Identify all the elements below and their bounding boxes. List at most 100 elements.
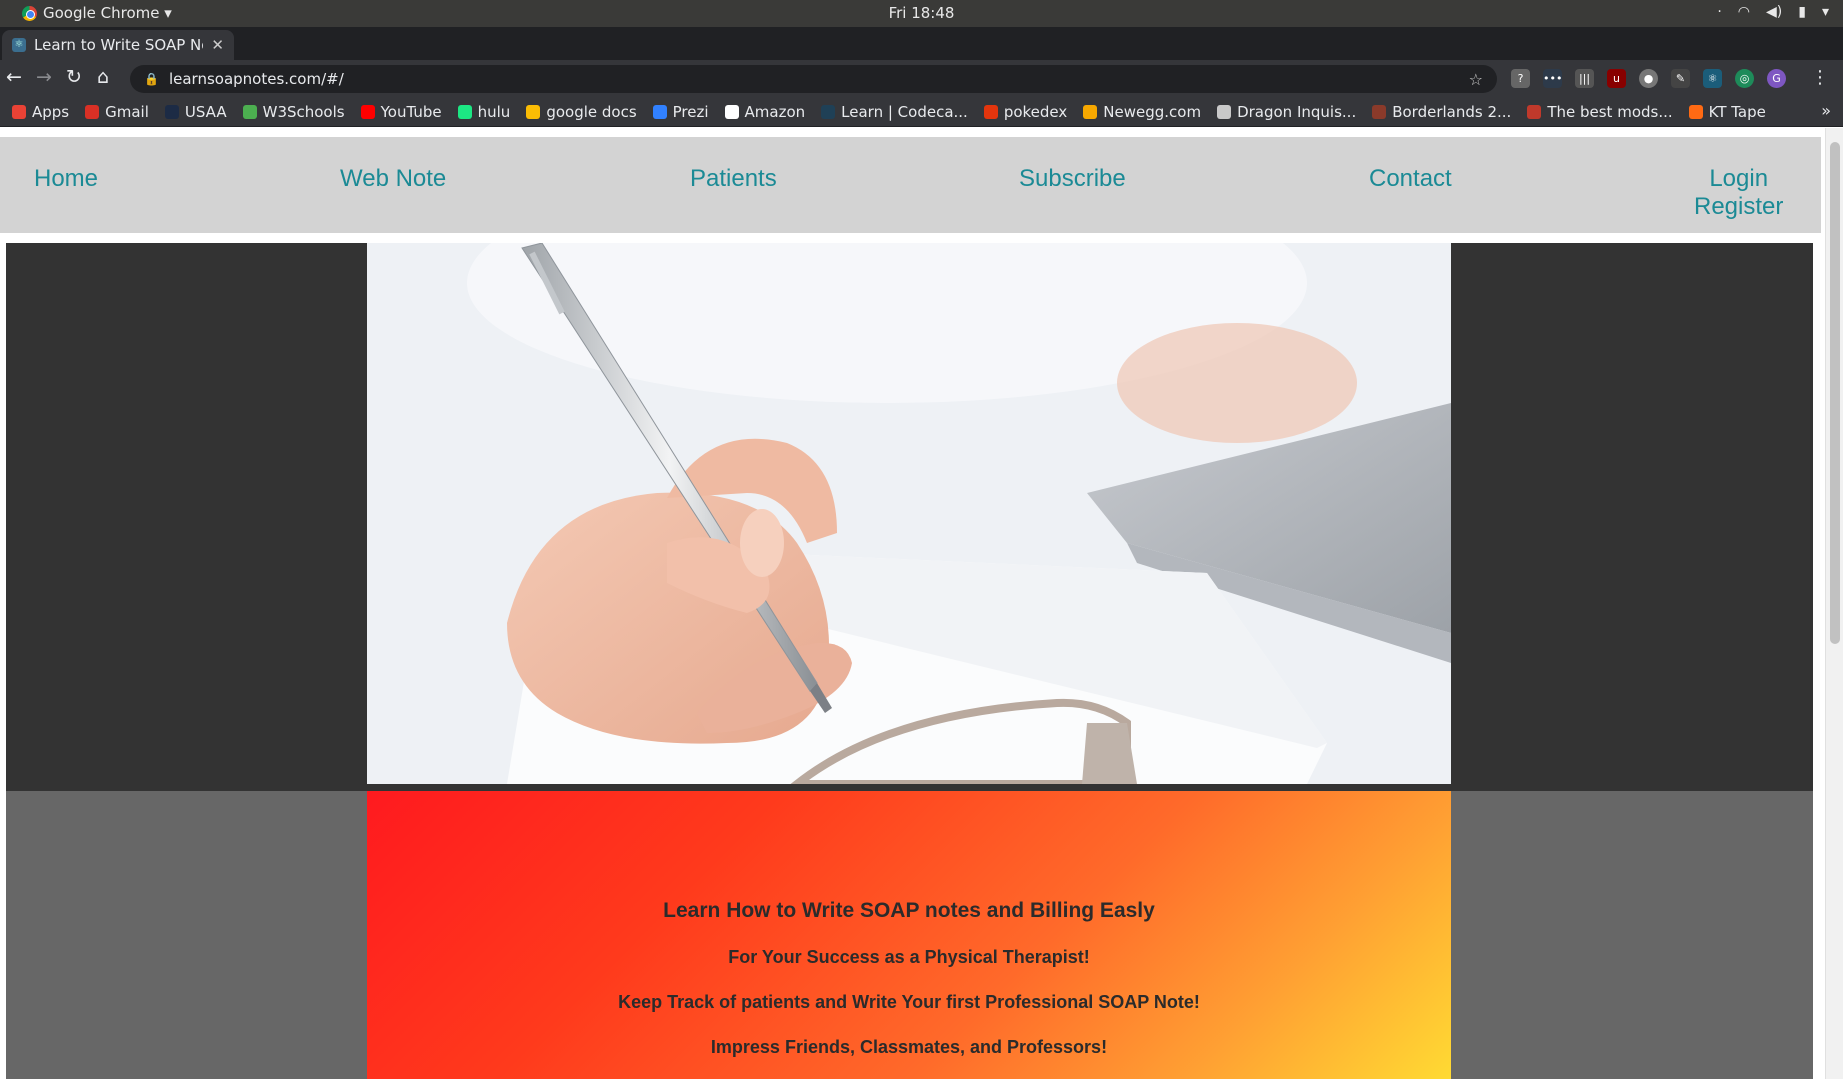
reload-button[interactable]: ↻: [66, 66, 82, 88]
extension-dots-icon[interactable]: •••: [1543, 69, 1562, 88]
scrollbar-thumb[interactable]: [1830, 142, 1840, 644]
browser-tab[interactable]: ⚛ Learn to Write SOAP Note ✕: [2, 30, 234, 60]
clock[interactable]: Fri 18:48: [0, 4, 1843, 22]
promo-line-3: Impress Friends, Classmates, and Profess…: [710, 1037, 1108, 1057]
bookmark-item[interactable]: hulu: [450, 103, 519, 121]
bookmark-label: google docs: [546, 102, 637, 121]
auth-links: Login Register: [1694, 165, 1783, 221]
bookmark-favicon-icon: [85, 104, 100, 119]
bookmark-star-icon[interactable]: ☆: [1469, 70, 1483, 89]
bookmark-favicon-icon: [242, 104, 257, 119]
bookmark-favicon-icon: [360, 104, 375, 119]
extension-circle-icon[interactable]: ●: [1639, 69, 1658, 88]
system-tray[interactable]: · ◠ ◀) ▮ ▾: [1717, 4, 1829, 20]
battery-icon: ▮: [1798, 4, 1806, 20]
nav-home[interactable]: Home: [34, 165, 98, 193]
bookmark-label: Dragon Inquis...: [1237, 102, 1357, 121]
extensions: ? ••• ||| u ● ✎ ⚛ ◎ G: [1511, 69, 1786, 88]
extension-react-icon[interactable]: ⚛: [1703, 69, 1722, 88]
promo-line-1: For Your Success as a Physical Therapist…: [728, 947, 1090, 967]
bookmark-label: Borderlands 2...: [1392, 102, 1512, 121]
bookmark-item[interactable]: google docs: [518, 103, 644, 121]
bookmark-favicon-icon: [12, 104, 26, 119]
lock-icon[interactable]: 🔒: [144, 72, 159, 86]
volume-icon: ◀): [1766, 4, 1783, 20]
nav-register[interactable]: Register: [1694, 193, 1783, 221]
bookmark-label: pokedex: [1003, 102, 1068, 121]
bookmark-label: USAA: [184, 102, 227, 121]
promo-banner: Learn How to Write SOAP notes and Billin…: [367, 791, 1451, 1079]
site-navbar: Home Web Note Patients Subscribe Contact…: [0, 137, 1821, 233]
bookmarks-overflow-icon[interactable]: »: [1821, 101, 1831, 120]
nav-subscribe[interactable]: Subscribe: [1019, 165, 1126, 193]
bookmark-favicon-icon: [1372, 104, 1387, 119]
nav-patients[interactable]: Patients: [690, 165, 777, 193]
bookmark-item[interactable]: W3Schools: [235, 103, 353, 121]
profile-avatar[interactable]: G: [1767, 69, 1786, 88]
home-button[interactable]: ⌂: [97, 66, 109, 88]
bookmark-item[interactable]: Learn | Codeca...: [813, 103, 976, 121]
bookmark-item[interactable]: pokedex: [976, 103, 1075, 121]
bookmark-item[interactable]: Amazon: [717, 103, 814, 121]
bookmark-label: The best mods...: [1547, 102, 1673, 121]
bookmark-label: YouTube: [380, 102, 442, 121]
promo-heading: Learn How to Write SOAP notes and Billin…: [663, 899, 1155, 922]
nav-contact[interactable]: Contact: [1369, 165, 1452, 193]
chevron-down-icon: ▾: [1821, 4, 1829, 20]
bookmark-label: Apps: [32, 102, 70, 121]
bookmark-favicon-icon: [1217, 104, 1232, 119]
bookmark-item[interactable]: Apps: [4, 103, 77, 121]
bookmark-favicon-icon: [1527, 104, 1542, 119]
tab-strip: ⚛ Learn to Write SOAP Note ✕ + – ❐ ✕: [0, 27, 1843, 82]
page-scrollbar[interactable]: [1825, 128, 1843, 1079]
extension-target-icon[interactable]: ◎: [1735, 69, 1754, 88]
promo-line-2: Keep Track of patients and Write Your fi…: [618, 992, 1200, 1012]
ublock-icon[interactable]: u: [1607, 69, 1626, 88]
bookmark-item[interactable]: Gmail: [77, 103, 157, 121]
bookmark-item[interactable]: Borderlands 2...: [1364, 103, 1519, 121]
promo-band: Learn How to Write SOAP notes and Billin…: [6, 791, 1813, 1079]
bookmark-favicon-icon: [821, 104, 836, 119]
page-viewport: Home Web Note Patients Subscribe Contact…: [0, 128, 1843, 1079]
bookmarks-bar: Apps Gmail USAA W3Schools YouTube hulu google …: [0, 97, 1843, 127]
bookmark-item[interactable]: Newegg.com: [1075, 103, 1209, 121]
bookmark-item[interactable]: Prezi: [645, 103, 717, 121]
bookmark-label: KT Tape: [1708, 102, 1766, 121]
extension-bars-icon[interactable]: |||: [1575, 69, 1594, 88]
bookmark-favicon-icon: [164, 104, 179, 119]
bookmark-item[interactable]: The best mods...: [1519, 103, 1680, 121]
wifi-icon: ◠: [1737, 4, 1751, 20]
bookmark-item[interactable]: Dragon Inquis...: [1209, 103, 1364, 121]
bookmark-item[interactable]: USAA: [157, 103, 235, 121]
bookmark-favicon-icon: [1083, 104, 1098, 119]
address-bar[interactable]: 🔒 learnsoapnotes.com/#/ ☆: [130, 65, 1497, 93]
nav-web-note[interactable]: Web Note: [340, 165, 446, 193]
bookmark-favicon-icon: [1688, 104, 1703, 119]
bookmark-label: W3Schools: [262, 102, 345, 121]
bookmark-label: Prezi: [672, 102, 709, 121]
bookmark-favicon-icon: [457, 104, 472, 119]
back-button[interactable]: ←: [6, 66, 22, 88]
close-tab-icon[interactable]: ✕: [211, 36, 224, 54]
bookmark-favicon-icon: [983, 104, 998, 119]
extension-shield-icon[interactable]: ?: [1511, 69, 1530, 88]
bookmark-item[interactable]: YouTube: [353, 103, 450, 121]
url-text[interactable]: learnsoapnotes.com/#/: [169, 70, 1459, 88]
hand-writing-illustration: [367, 243, 1451, 784]
bookmark-label: Amazon: [744, 102, 806, 121]
bookmark-item[interactable]: KT Tape: [1681, 103, 1774, 121]
tab-title: Learn to Write SOAP Note: [34, 36, 203, 54]
hero-image: [367, 243, 1451, 784]
os-top-bar: Google Chrome ▾ Fri 18:48 · ◠ ◀) ▮ ▾: [0, 0, 1843, 27]
bookmark-label: Learn | Codeca...: [841, 102, 968, 121]
bookmark-favicon-icon: [526, 104, 541, 119]
bookmark-label: Gmail: [105, 102, 149, 121]
extension-pen-icon[interactable]: ✎: [1671, 69, 1690, 88]
bookmark-favicon-icon: [724, 104, 739, 119]
site-favicon-icon: ⚛: [12, 38, 26, 52]
nav-login[interactable]: Login: [1709, 165, 1768, 193]
browser-menu-icon[interactable]: ⋮: [1811, 67, 1829, 88]
bookmark-label: hulu: [477, 102, 511, 121]
forward-button[interactable]: →: [36, 66, 52, 88]
bookmark-label: Newegg.com: [1103, 102, 1202, 121]
